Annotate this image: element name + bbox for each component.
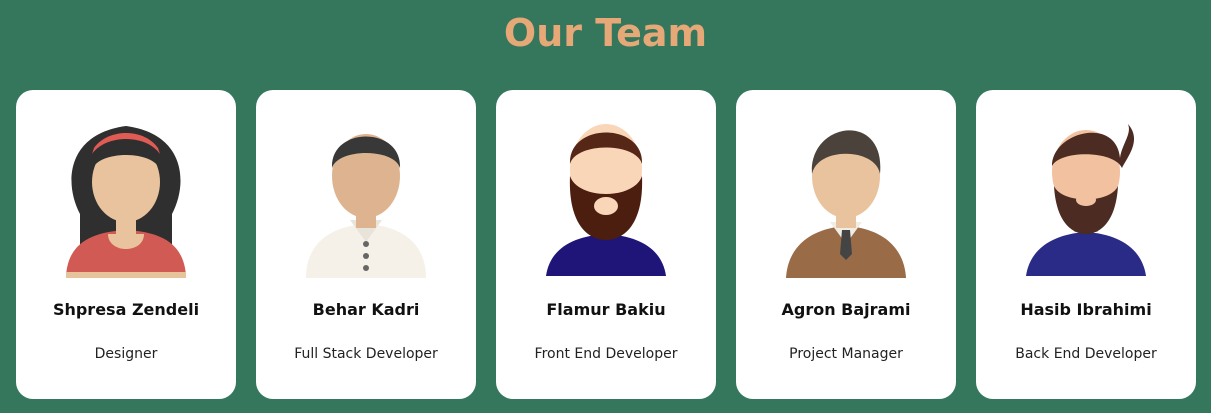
member-role: Back End Developer (1015, 346, 1157, 362)
member-role: Designer (94, 346, 158, 362)
team-card: Hasib Ibrahimi Back End Developer (976, 90, 1196, 399)
member-name: Agron Bajrami (781, 300, 911, 319)
member-role: Full Stack Developer (294, 346, 438, 362)
member-role: Front End Developer (534, 346, 678, 362)
page-title: Our Team (503, 11, 708, 55)
male-avatar-icon (276, 104, 456, 284)
member-name: Hasib Ibrahimi (1020, 300, 1152, 319)
female-avatar-icon (36, 104, 216, 284)
team-card: Shpresa Zendeli Designer (16, 90, 236, 399)
member-name: Shpresa Zendeli (52, 300, 200, 319)
member-name: Behar Kadri (312, 300, 420, 319)
bearded-male-avatar-icon (996, 104, 1176, 284)
team-card: Flamur Bakiu Front End Developer (496, 90, 716, 399)
team-card: Agron Bajrami Project Manager (736, 90, 956, 399)
member-role: Project Manager (789, 346, 903, 362)
team-card: Behar Kadri Full Stack Developer (256, 90, 476, 399)
male-avatar-tie-icon (756, 104, 936, 284)
team-cards: Shpresa Zendeli Designer Behar Kadri Ful… (16, 90, 1196, 399)
member-name: Flamur Bakiu (546, 300, 666, 319)
bearded-male-avatar-icon (516, 104, 696, 284)
team-page: Our Team Shpresa Zendeli Designer Behar … (0, 0, 1211, 413)
